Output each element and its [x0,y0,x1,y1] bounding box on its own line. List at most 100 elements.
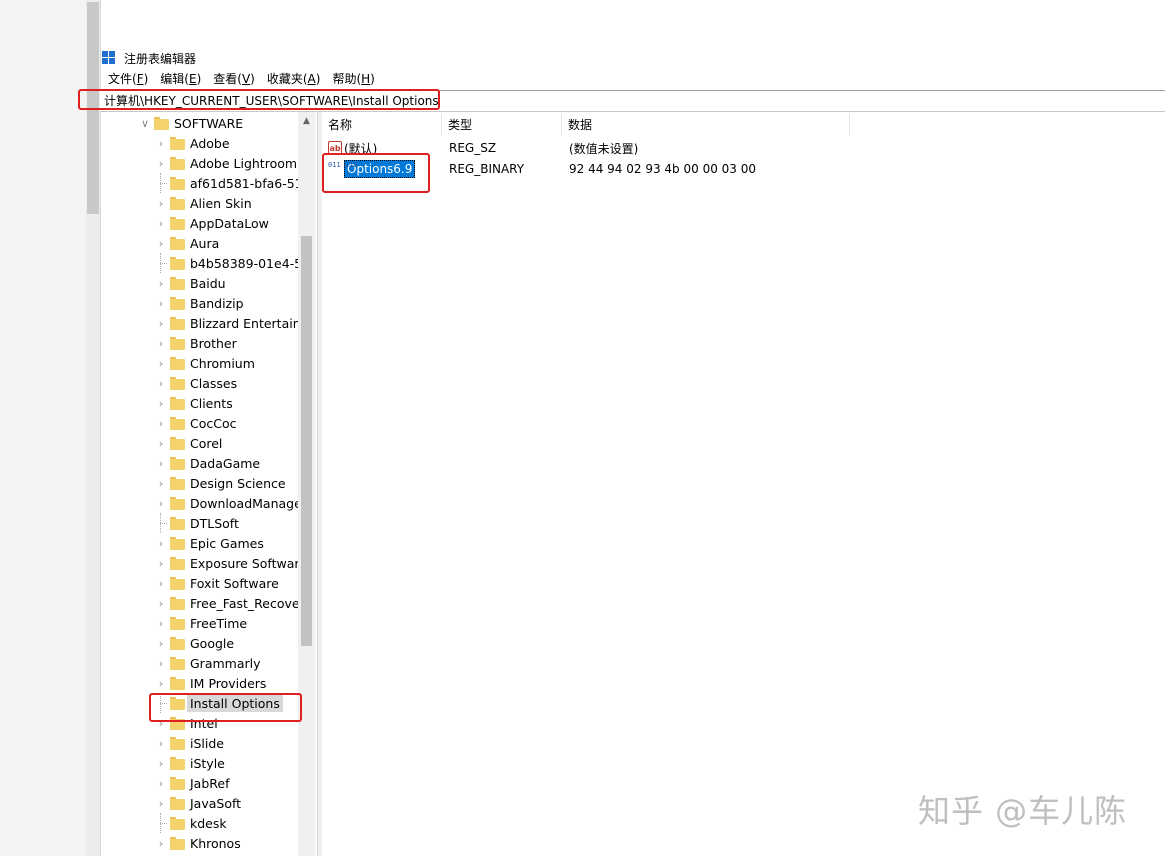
chevron-right-icon[interactable]: › [154,333,168,353]
tree-item[interactable]: › AppDataLow [154,213,269,233]
tree-item[interactable]: › Exposure Software [154,553,307,573]
tree-item-label: Brother [190,335,237,351]
chevron-right-icon[interactable]: › [154,573,168,593]
tree-item-label: JabRef [190,775,230,791]
tree-scrollbar[interactable]: ▲ [298,112,315,856]
folder-icon [170,496,185,510]
chevron-right-icon[interactable]: › [154,633,168,653]
tree-item-software[interactable]: ∨ SOFTWARE [138,113,243,133]
folder-icon [170,576,185,590]
tree-item[interactable]: › iStyle [154,753,225,773]
tree-item-label: iStyle [190,755,225,771]
column-header[interactable]: 数据 [562,114,850,136]
chevron-right-icon[interactable]: › [154,673,168,693]
tree-item[interactable]: b4b58389-01e4-5c [154,253,309,273]
tree-item[interactable]: › Google [154,633,234,653]
folder-icon [170,356,185,370]
tree-item[interactable]: › Clients [154,393,233,413]
menu-item-4[interactable]: 帮助(H) [326,70,380,88]
value-type: REG_BINARY [449,162,525,176]
chevron-right-icon[interactable]: › [154,393,168,413]
tree-item-label: Aura [190,235,220,251]
menu-item-2[interactable]: 查看(V) [207,70,261,88]
menu-item-1[interactable]: 编辑(E) [154,70,207,88]
title-bar: 注册表编辑器 [102,48,196,68]
tree-item-label: Bandizip [190,295,244,311]
chevron-right-icon[interactable]: › [154,613,168,633]
scroll-up-icon[interactable]: ▲ [298,114,315,128]
chevron-right-icon[interactable]: › [154,753,168,773]
tree-item[interactable]: › Corel [154,433,223,453]
tree-item-label: Chromium [190,355,255,371]
chevron-right-icon[interactable]: › [154,313,168,333]
chevron-right-icon[interactable]: › [154,213,168,233]
chevron-right-icon[interactable]: › [154,773,168,793]
tree-item[interactable]: › Aura [154,233,219,253]
tree-item[interactable]: › IM Providers [154,673,267,693]
column-header[interactable]: 名称 [322,114,442,136]
chevron-right-icon[interactable]: › [154,533,168,553]
folder-icon [170,836,185,850]
value-row[interactable]: ab (默认) REG_SZ (数值未设置) [322,138,1165,158]
chevron-right-icon[interactable]: › [154,133,168,153]
chevron-right-icon[interactable]: › [154,653,168,673]
chevron-right-icon[interactable]: › [154,273,168,293]
chevron-right-icon[interactable]: › [154,433,168,453]
folder-icon [170,796,185,810]
menu-bar: 文件(F) 编辑(E) 查看(V) 收藏夹(A) 帮助(H) [102,70,381,88]
tree-item[interactable]: › Alien Skin [154,193,252,213]
tree-item[interactable]: › Classes [154,373,237,393]
chevron-right-icon[interactable]: › [154,473,168,493]
key-tree[interactable]: ∨ SOFTWARE › Adobe › Adobe Lightroom af61d581-… [102,112,316,856]
value-row[interactable]: 011 110 Options6.9 REG_BINARY 92 44 94 02 9… [322,159,1165,179]
tree-item[interactable]: › Chromium [154,353,255,373]
chevron-right-icon[interactable]: › [154,293,168,313]
chevron-right-icon[interactable]: › [154,593,168,613]
tree-item[interactable]: › JabRef [154,773,230,793]
tree-item[interactable]: › Epic Games [154,533,264,553]
chevron-right-icon[interactable]: › [154,493,168,513]
chevron-right-icon[interactable]: › [154,833,168,853]
tree-item[interactable]: › Baidu [154,273,226,293]
tree-item[interactable]: › DownloadManager [154,493,307,513]
tree-item[interactable]: › iSlide [154,733,224,753]
tree-item[interactable]: › Bandizip [154,293,244,313]
chevron-right-icon[interactable]: › [154,553,168,573]
tree-item[interactable]: › Blizzard Entertainm [154,313,313,333]
tree-item[interactable]: › Adobe Lightroom [154,153,297,173]
chevron-right-icon[interactable]: › [154,793,168,813]
tree-item[interactable]: › Brother [154,333,237,353]
tree-scrollbar-thumb[interactable] [301,236,312,646]
chevron-right-icon[interactable]: › [154,193,168,213]
folder-icon [170,676,185,690]
tree-item[interactable]: › Khronos [154,833,241,853]
chevron-right-icon[interactable]: › [154,373,168,393]
chevron-right-icon[interactable]: › [154,153,168,173]
tree-item[interactable]: › Free_Fast_Recovery [154,593,312,613]
values-list[interactable]: 名称 类型 数据 ab (默认) REG_SZ (数值未设置) 011 110 Options… [322,112,1165,856]
tree-item[interactable]: af61d581-bfa6-515 [154,173,311,193]
chevron-right-icon[interactable]: › [154,233,168,253]
chevron-down-icon[interactable]: ∨ [138,113,152,133]
tree-item[interactable]: kdesk [154,813,227,833]
tree-item[interactable]: › JavaSoft [154,793,241,813]
tree-item[interactable]: DTLSoft [154,513,239,533]
chevron-right-icon[interactable]: › [154,733,168,753]
tree-item[interactable]: › CocCoc [154,413,237,433]
menu-item-0[interactable]: 文件(F) [102,70,154,88]
tree-item[interactable]: › Foxit Software [154,573,279,593]
tree-item[interactable]: › Adobe [154,133,230,153]
chevron-right-icon[interactable]: › [154,353,168,373]
tree-item[interactable]: › DadaGame [154,453,260,473]
column-header[interactable]: 类型 [442,114,562,136]
chevron-right-icon[interactable]: › [154,453,168,473]
tree-item-label: CocCoc [190,415,237,431]
address-highlight-box [78,89,440,110]
chevron-right-icon[interactable]: › [154,413,168,433]
folder-icon [170,196,185,210]
folder-icon [170,776,185,790]
tree-item[interactable]: › FreeTime [154,613,247,633]
menu-item-3[interactable]: 收藏夹(A) [261,70,327,88]
tree-item[interactable]: › Design Science [154,473,286,493]
tree-item[interactable]: › Grammarly [154,653,261,673]
